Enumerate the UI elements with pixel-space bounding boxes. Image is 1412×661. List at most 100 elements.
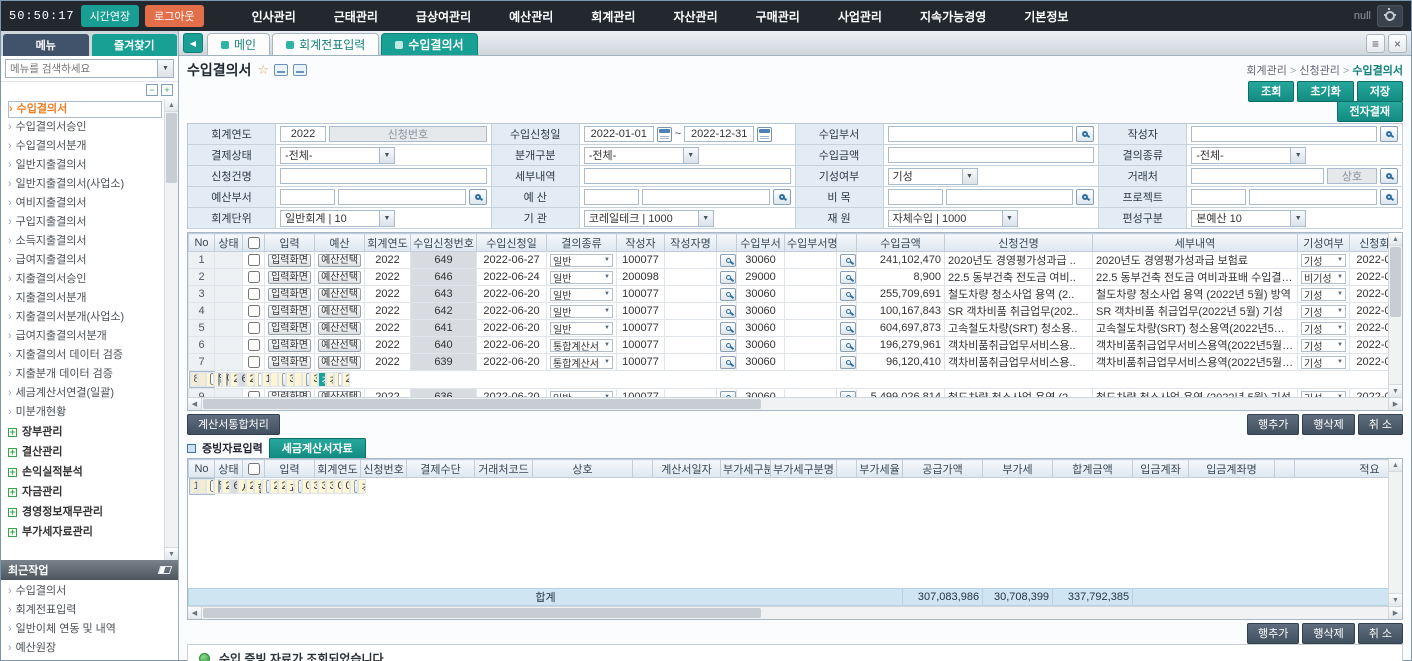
budget-select-button[interactable]: 예산선택 (318, 322, 361, 335)
scroll-up-icon[interactable] (165, 99, 178, 112)
input-screen-button[interactable]: 입력화면 (268, 288, 311, 301)
scroll-thumb[interactable] (166, 113, 177, 183)
completion-select[interactable]: 기성 (1301, 305, 1346, 318)
decision-type-select[interactable]: 일반 (550, 322, 613, 335)
logout-button[interactable]: 로그아웃 (145, 5, 203, 27)
dept-search-button[interactable] (840, 254, 856, 267)
document-tab[interactable]: 회계전표입력 (272, 33, 379, 55)
fund-select[interactable]: 자체수입 | 1000 (888, 210, 1018, 227)
budget-select-button[interactable]: 예산선택 (318, 305, 361, 318)
screen-icon[interactable] (274, 64, 288, 76)
budget-dept-code-input[interactable] (280, 189, 335, 205)
writer-search-button[interactable] (720, 322, 736, 335)
sidebar-menu-item[interactable]: 미분개현황 (8, 403, 162, 422)
writer-search-button[interactable] (720, 254, 736, 267)
favorite-star-icon[interactable] (257, 62, 269, 78)
income-grid-row[interactable]: 9 입력화면 예산선택 2022 636 2022-06-20 일반 1 (189, 389, 1403, 398)
writer-input[interactable] (1191, 126, 1377, 142)
sidebar-menu-item[interactable]: 급여지출결의서분개 (8, 327, 162, 346)
scroll-down-icon[interactable] (1389, 384, 1402, 397)
invoice-merge-button[interactable]: 계산서통합처리 (187, 414, 280, 435)
writer-search-button[interactable] (720, 305, 736, 318)
pay-status-select[interactable]: -전체- (280, 147, 395, 164)
income-grid-row[interactable]: 4 입력화면 예산선택 2022 642 2022-06-20 일반 1 (189, 303, 1403, 320)
decision-type-select[interactable]: 통합계산서 (550, 339, 613, 352)
writer-search-button[interactable] (720, 288, 736, 301)
sidebar-tab-menu[interactable]: 메뉴 (3, 34, 89, 56)
date-to-input[interactable] (684, 126, 754, 142)
sidebar-menu-item[interactable]: 급여지출결의서 (8, 251, 162, 270)
scroll-up-icon[interactable] (1389, 459, 1402, 472)
sidebar-menu-item[interactable]: 지출결의서분개 (8, 289, 162, 308)
sidebar-menu-item[interactable]: 일반지출결의서 (8, 156, 162, 175)
sidebar-tab-favorites[interactable]: 즐겨찾기 (92, 34, 178, 56)
expense-item-search-button[interactable] (1076, 189, 1094, 205)
row-checkbox[interactable] (248, 339, 260, 351)
recent-work-item[interactable]: 회계전표입력 (8, 601, 178, 620)
sidebar-menu-item[interactable]: 지출결의서분개(사업소) (8, 308, 162, 327)
sidebar-menu-group[interactable]: 부가세자료관리 (8, 522, 162, 542)
select-all-checkbox[interactable] (248, 237, 260, 249)
electronic-approval-button[interactable]: 전자결재 (1337, 101, 1403, 122)
sidebar-menu-group[interactable]: 손익실적분석 (8, 462, 162, 482)
budget-code-input[interactable] (584, 189, 639, 205)
completion-select[interactable]: 기성 (1301, 339, 1346, 352)
budget-search-button[interactable] (773, 189, 791, 205)
extend-time-button[interactable]: 시간연장 (81, 5, 139, 27)
evidence-grid-row[interactable]: 1 입력화면 2022 638 세금계산서/.. 23500 한국철도공사 (189, 478, 215, 495)
sidebar-scrollbar[interactable] (164, 99, 178, 560)
recent-work-item[interactable]: 예산원장 (8, 639, 178, 658)
expand-all-icon[interactable]: + (161, 84, 173, 96)
budget-dept-search-button[interactable] (469, 189, 487, 205)
calendar-icon[interactable] (657, 127, 672, 142)
income-grid-row[interactable]: 8 입력화면 예산선택 2022 638 2022-06-20 통합계산서 (189, 371, 215, 388)
income-dept-input[interactable] (888, 126, 1074, 142)
dept-search-button[interactable] (840, 322, 856, 335)
sidebar-menu-item[interactable]: 구입지출결의서 (8, 213, 162, 232)
income-grid-hscrollbar[interactable] (188, 397, 1402, 410)
completion-select[interactable]: 기성 (888, 168, 978, 185)
budget-select-button[interactable]: 예산선택 (318, 271, 361, 284)
sidebar-menu-item[interactable]: 수입결의서승인 (8, 118, 162, 137)
sidebar-menu-item[interactable]: 지출결의서 데이터 검증 (8, 346, 162, 365)
date-from-input[interactable] (584, 126, 654, 142)
dept-search-button[interactable] (840, 271, 856, 284)
input-screen-button[interactable]: 입력화면 (218, 373, 220, 386)
income-amount-input[interactable] (888, 147, 1095, 163)
budget-class-select[interactable]: 본예산 10 (1191, 210, 1306, 227)
sidebar-menu-item[interactable]: 수입결의서분개 (8, 137, 162, 156)
completion-select[interactable]: 기성 (1301, 322, 1346, 335)
scroll-up-icon[interactable] (1389, 233, 1402, 246)
dept-search-button[interactable] (840, 339, 856, 352)
row-checkbox[interactable] (248, 288, 260, 300)
detail-input[interactable] (584, 168, 791, 184)
collapse-all-icon[interactable]: − (146, 84, 158, 96)
completion-select[interactable]: 기성 (1301, 254, 1346, 267)
scroll-left-icon[interactable] (188, 398, 202, 410)
sidebar-menu-item[interactable]: 지출분개 데이터 검증 (8, 365, 162, 384)
decision-type-select[interactable]: -전체- (1191, 147, 1306, 164)
writer-search-button[interactable] (720, 356, 736, 369)
row-checkbox[interactable] (248, 305, 260, 317)
decision-type-select[interactable]: 일반 (550, 288, 613, 301)
income-grid-row[interactable]: 7 입력화면 예산선택 2022 639 2022-06-20 통합계산서 (189, 354, 1403, 371)
input-screen-button[interactable]: 입력화면 (268, 305, 311, 318)
income-grid-row[interactable]: 3 입력화면 예산선택 2022 643 2022-06-20 일반 1 (189, 286, 1403, 303)
input-screen-button[interactable]: 입력화면 (268, 254, 311, 267)
budget-select-button[interactable]: 예산선택 (318, 288, 361, 301)
evidence-grid-hscrollbar[interactable] (188, 606, 1402, 619)
scroll-down-icon[interactable] (1389, 593, 1402, 606)
breadcrumb-item[interactable]: 수입결의서 (1340, 65, 1403, 77)
calendar-icon[interactable] (757, 127, 772, 142)
reset-button[interactable]: 초기화 (1297, 81, 1353, 102)
input-screen-button[interactable]: 입력화면 (268, 271, 311, 284)
vendor-input[interactable] (1191, 168, 1324, 184)
fiscal-year-input[interactable] (280, 126, 326, 142)
window-menu-button[interactable] (1366, 34, 1385, 53)
top-menu-item[interactable]: 근태관리 (334, 8, 378, 25)
completion-select[interactable]: 기성 (1301, 288, 1346, 301)
dept-search-button[interactable] (840, 356, 856, 369)
sidebar-menu-item[interactable]: 세금계산서연결(일괄) (8, 384, 162, 403)
dept-search-button[interactable] (840, 288, 856, 301)
project-name-input[interactable] (1249, 189, 1377, 205)
